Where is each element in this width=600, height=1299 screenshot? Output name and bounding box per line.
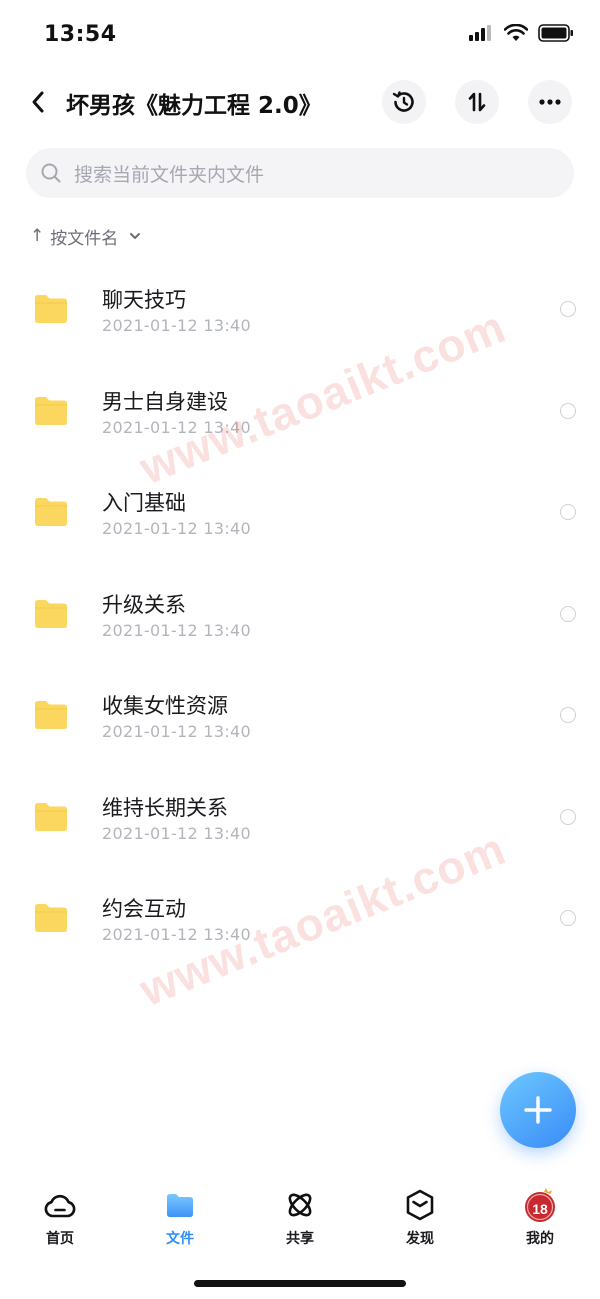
select-checkbox[interactable] [560, 301, 576, 317]
folder-icon [35, 904, 67, 932]
file-list: 聊天技巧 2021-01-12 13:40 男士自身建设 2021-01-12 13:… [0, 258, 600, 969]
select-checkbox[interactable] [560, 808, 576, 825]
file-date: 2021-01-12 13:40 [102, 519, 251, 538]
sort-arrows-icon [468, 92, 486, 112]
status-bar: 13:54 [0, 0, 600, 72]
select-checkbox[interactable] [560, 707, 576, 723]
file-date: 2021-01-12 13:40 [102, 417, 251, 437]
plus-icon [524, 1096, 552, 1124]
file-date: 2021-01-12 13:40 [102, 925, 251, 944]
file-row[interactable]: 聊天技巧 2021-01-12 13:40 [0, 258, 600, 360]
folder-icon [35, 295, 67, 323]
status-icons [468, 24, 574, 42]
add-button[interactable] [500, 1072, 576, 1148]
file-date: 2021-01-12 13:40 [102, 316, 251, 335]
sort-label: 按文件名 [50, 228, 119, 249]
file-row[interactable]: 约会互动 2021-01-12 13:40 [0, 867, 600, 969]
avatar-icon: 18 [522, 1188, 558, 1222]
file-row[interactable]: 升级关系 2021-01-12 13:40 [0, 563, 600, 665]
chevron-down-icon [130, 233, 141, 239]
file-name: 入门基础 [102, 491, 186, 515]
cellular-signal-icon [469, 25, 491, 41]
tab-label: 我的 [526, 1231, 554, 1247]
tab-share[interactable]: 共享 [240, 1178, 360, 1258]
folder-icon [35, 701, 67, 729]
folder-icon [162, 1188, 198, 1222]
file-row[interactable]: 维持长期关系 2021-01-12 13:40 [0, 766, 600, 868]
tab-mine[interactable]: 18 我的 [480, 1178, 600, 1258]
nav-bar: 坏男孩《魅力工程 2.0》 [0, 72, 600, 134]
wifi-icon [504, 24, 528, 41]
sort-direction-icon: ↑ [30, 226, 45, 246]
hexagon-discover-icon [402, 1188, 438, 1222]
tab-home[interactable]: 首页 [0, 1178, 120, 1258]
select-checkbox[interactable] [560, 504, 576, 520]
file-date: 2021-01-12 13:40 [102, 620, 251, 640]
file-name: 约会互动 [102, 897, 186, 921]
file-date: 2021-01-12 13:40 [102, 722, 251, 741]
tab-bar: 首页 文件 共享 发现 18 我的 [0, 1178, 600, 1258]
more-button[interactable] [528, 80, 572, 124]
tab-discover[interactable]: 发现 [360, 1178, 480, 1258]
file-date: 2021-01-12 13:40 [102, 823, 251, 843]
file-name: 聊天技巧 [102, 288, 186, 312]
file-row[interactable]: 男士自身建设 2021-01-12 13:40 [0, 360, 600, 462]
tab-label: 首页 [46, 1231, 74, 1247]
folder-icon [35, 396, 67, 425]
file-row[interactable]: 入门基础 2021-01-12 13:40 [0, 461, 600, 563]
more-dots-icon [539, 99, 561, 105]
file-name: 男士自身建设 [102, 389, 228, 414]
tab-label: 发现 [406, 1231, 434, 1247]
back-button[interactable] [20, 84, 56, 120]
search-placeholder: 搜索当前文件夹内文件 [74, 163, 265, 186]
sort-toggle-button[interactable] [455, 80, 499, 124]
select-checkbox[interactable] [560, 402, 576, 419]
file-name: 升级关系 [102, 592, 186, 617]
history-button[interactable] [382, 80, 426, 124]
chevron-left-icon [32, 91, 44, 113]
file-row[interactable]: 收集女性资源 2021-01-12 13:40 [0, 664, 600, 766]
sort-dropdown[interactable]: ↑ 按文件名 [30, 222, 142, 250]
tab-label: 共享 [286, 1231, 314, 1247]
page-title: 坏男孩《魅力工程 2.0》 [66, 93, 322, 119]
status-time: 13:54 [44, 22, 117, 47]
search-input[interactable]: 搜索当前文件夹内文件 [26, 148, 574, 198]
cloud-home-icon [42, 1188, 78, 1222]
avatar-text: 18 [532, 1201, 548, 1217]
tab-files[interactable]: 文件 [120, 1178, 240, 1258]
atom-share-icon [282, 1188, 318, 1222]
tab-label: 文件 [166, 1231, 194, 1247]
folder-icon [35, 802, 67, 831]
folder-icon [35, 498, 67, 526]
history-clock-icon [392, 91, 414, 112]
select-checkbox[interactable] [560, 910, 576, 926]
file-name: 维持长期关系 [102, 795, 228, 820]
home-indicator [194, 1280, 406, 1287]
select-checkbox[interactable] [560, 605, 576, 622]
search-icon [41, 163, 61, 183]
battery-icon [538, 24, 573, 42]
file-name: 收集女性资源 [102, 694, 228, 718]
folder-icon [35, 599, 67, 628]
